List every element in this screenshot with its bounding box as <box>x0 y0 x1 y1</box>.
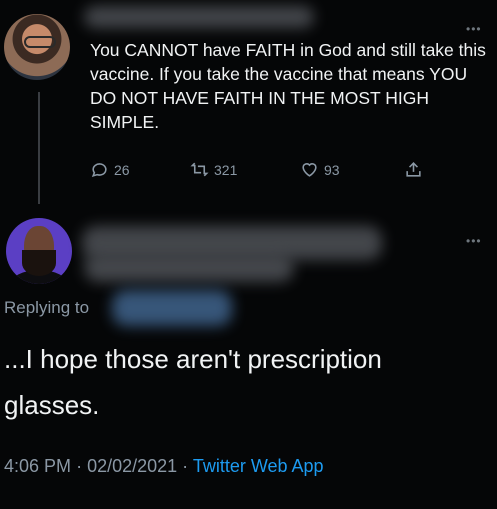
replying-to-label: Replying to <box>4 298 89 318</box>
redacted-original-author-name <box>84 6 314 28</box>
reply-count: 26 <box>114 161 130 178</box>
separator-dot: · <box>76 456 88 476</box>
original-author-avatar[interactable] <box>4 14 70 80</box>
original-tweet-text: You CANNOT have FAITH in God and still t… <box>90 40 486 132</box>
reply-tweet-text: ...I hope those aren't prescription glas… <box>4 344 382 420</box>
more-dots-icon[interactable]: ••• <box>466 234 482 248</box>
redacted-reply-author-handle <box>84 254 294 282</box>
tweet-date[interactable]: 02/02/2021 <box>87 456 177 476</box>
thread-connector-line <box>38 92 40 204</box>
retweet-action[interactable]: 321 <box>190 160 237 179</box>
share-icon <box>406 162 421 177</box>
glasses-shape <box>24 36 56 48</box>
avatar-beard-shape <box>22 250 56 276</box>
like-action[interactable]: 93 <box>300 160 340 179</box>
heart-icon <box>302 163 317 177</box>
tweet-source[interactable]: Twitter Web App <box>193 456 324 476</box>
redacted-replying-to-handle[interactable] <box>112 290 232 326</box>
retweet-count: 321 <box>214 161 238 178</box>
reply-action[interactable]: 26 <box>90 160 130 179</box>
reply-icon <box>91 163 107 178</box>
retweet-icon <box>190 162 209 177</box>
separator-dot: · <box>182 456 193 476</box>
tweet-metadata: 4:06 PM · 02/02/2021 · Twitter Web App <box>4 456 324 477</box>
more-dots-icon[interactable]: ••• <box>466 22 482 36</box>
reply-author-avatar[interactable] <box>6 218 72 284</box>
tweet-time[interactable]: 4:06 PM <box>4 456 71 476</box>
replying-to-text: Replying to <box>4 298 90 317</box>
like-count: 93 <box>324 161 340 178</box>
share-action[interactable] <box>404 160 423 179</box>
